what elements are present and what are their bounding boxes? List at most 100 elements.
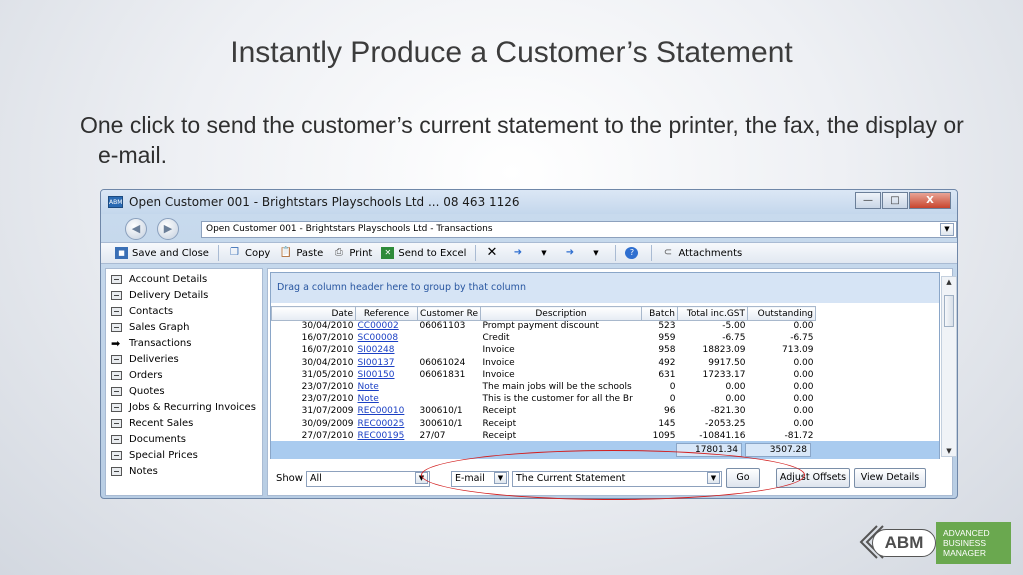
delete-button[interactable]: ✕ xyxy=(485,245,502,260)
sidebar-item-documents[interactable]: Documents xyxy=(111,434,186,445)
print-button[interactable]: ⎙ Print xyxy=(332,247,373,259)
minimize-button[interactable]: — xyxy=(855,192,881,209)
reference-link[interactable]: Note xyxy=(356,394,418,406)
column-header[interactable]: Customer Re xyxy=(417,306,481,321)
send-excel-button[interactable]: ✕ Send to Excel xyxy=(381,247,466,259)
print-label: Print xyxy=(349,247,373,259)
table-cell: -2053.25 xyxy=(705,418,746,429)
forward-icon[interactable]: ▶ xyxy=(157,218,179,240)
table-cell: 0.00 xyxy=(793,418,814,429)
scroll-thumb[interactable] xyxy=(944,295,954,327)
scroll-down-icon[interactable]: ▼ xyxy=(942,447,956,455)
column-header[interactable]: Description xyxy=(480,306,642,321)
attachments-label: Attachments xyxy=(678,247,743,259)
go-button[interactable]: Go xyxy=(726,468,760,488)
logo-line-1: ADVANCED xyxy=(943,528,990,538)
sidebar-item-jobs-recurring-invoices[interactable]: Jobs & Recurring Invoices xyxy=(111,402,256,413)
column-header[interactable]: Date xyxy=(271,306,356,321)
close-button[interactable]: X xyxy=(909,192,951,209)
table-row[interactable]: 23/07/2010 Note The main jobs will be the … xyxy=(272,381,816,393)
chevron-down-icon[interactable]: ▼ xyxy=(415,472,428,484)
copy-button[interactable]: ❐ Copy xyxy=(228,247,270,259)
maximize-button[interactable]: □ xyxy=(882,192,908,209)
sidebar-item-sales-graph[interactable]: Sales Graph xyxy=(111,322,189,333)
table-row[interactable]: 30/04/2010 CC00002 06061103 Prompt payment … xyxy=(272,321,816,333)
address-dropdown[interactable]: Open Customer 001 - Brightstars Playscho… xyxy=(201,221,957,238)
sidebar-item-notes[interactable]: Notes xyxy=(111,466,158,477)
sidebar-item-contacts[interactable]: Contacts xyxy=(111,306,173,317)
customer-window: ABM Open Customer 001 - Brightstars Play… xyxy=(100,189,958,499)
help-button[interactable]: ? xyxy=(625,247,642,259)
send-method-value: E-mail xyxy=(455,473,485,484)
column-header[interactable]: Reference xyxy=(355,306,418,321)
table-row[interactable]: 23/07/2010 Note This is the customer for a… xyxy=(272,394,816,406)
arrow-down-icon: ➜ xyxy=(565,247,575,258)
send-method-dropdown[interactable]: E-mail ▼ xyxy=(451,471,509,487)
panel-icon xyxy=(111,451,122,460)
toolbar-separator xyxy=(217,245,219,261)
reference-link[interactable]: SI00137 xyxy=(356,357,418,369)
view-details-button[interactable]: View Details xyxy=(854,468,926,488)
statement-type-value: The Current Statement xyxy=(516,473,626,484)
scroll-up-icon[interactable]: ▲ xyxy=(942,278,956,286)
table-cell: 9917.50 xyxy=(708,357,746,368)
toolbar-separator xyxy=(651,245,653,261)
sidebar-item-special-prices[interactable]: Special Prices xyxy=(111,450,198,461)
table-cell: Receipt xyxy=(482,418,517,429)
back-icon[interactable]: ◀ xyxy=(125,218,147,240)
table-cell: 0.00 xyxy=(793,394,814,405)
vertical-scrollbar[interactable]: ▲ ▼ xyxy=(941,276,957,457)
chevron-down-icon[interactable]: ▼ xyxy=(940,223,954,236)
panel-icon xyxy=(111,419,122,428)
chevron-down-icon[interactable]: ▼ xyxy=(707,472,720,484)
previous-dropdown[interactable]: ▼ xyxy=(537,247,554,259)
table-cell: Invoice xyxy=(482,345,515,356)
previous-button[interactable]: ➜ xyxy=(511,247,528,259)
sidebar-item-deliveries[interactable]: Deliveries xyxy=(111,354,179,365)
reference-link[interactable]: CC00002 xyxy=(356,321,418,333)
totals-row: 17801.34 3507.28 xyxy=(271,441,939,459)
sidebar-item-recent-sales[interactable]: Recent Sales xyxy=(111,418,193,429)
adjust-offsets-button[interactable]: Adjust Offsets xyxy=(776,468,850,488)
abm-logo: ABM ADVANCED BUSINESS MANAGER xyxy=(855,522,1011,564)
logo-line-3: MANAGER xyxy=(943,548,986,558)
slide-description: One click to send the customer’s current… xyxy=(80,112,964,168)
toolbar-separator xyxy=(615,245,617,261)
reference-link[interactable]: Note xyxy=(356,381,418,393)
next-button[interactable]: ➜ xyxy=(563,247,580,259)
table-row[interactable]: 30/09/2009 REC00025 300610/1 Receipt 145 -205… xyxy=(272,418,816,430)
reference-link[interactable]: SI00150 xyxy=(356,369,418,381)
table-cell: This is the customer for all the Br xyxy=(482,394,633,405)
table-row[interactable]: 31/07/2009 REC00010 300610/1 Receipt 96 -821.… xyxy=(272,406,816,418)
sidebar-item-quotes[interactable]: Quotes xyxy=(111,386,165,397)
sidebar-item-label: Orders xyxy=(129,370,163,381)
reference-link[interactable]: REC00025 xyxy=(356,418,418,430)
delete-x-icon: ✕ xyxy=(486,245,498,260)
group-by-area[interactable]: Drag a column header here to group by th… xyxy=(271,273,939,303)
window-titlebar[interactable]: ABM Open Customer 001 - Brightstars Play… xyxy=(101,190,957,214)
reference-link[interactable]: SC00008 xyxy=(356,333,418,345)
paste-button[interactable]: 📋 Paste xyxy=(279,247,324,259)
column-header[interactable]: Total inc.GST xyxy=(677,306,748,321)
sidebar-item-transactions[interactable]: ➡ Transactions xyxy=(111,338,191,349)
column-header[interactable]: Batch xyxy=(641,306,678,321)
show-filter-dropdown[interactable]: All ▼ xyxy=(306,471,430,487)
table-cell: 300610/1 xyxy=(419,406,463,417)
sidebar-item-account-details[interactable]: Account Details xyxy=(111,274,207,285)
attachments-button[interactable]: ⊂ Attachments xyxy=(661,247,743,259)
chevron-down-icon[interactable]: ▼ xyxy=(494,472,507,484)
table-row[interactable]: 16/07/2010 SI00248 Invoice 958 18823.09 713.0… xyxy=(272,345,816,357)
column-header[interactable]: Outstanding xyxy=(747,306,816,321)
next-dropdown[interactable]: ▼ xyxy=(589,247,606,259)
sidebar-item-delivery-details[interactable]: Delivery Details xyxy=(111,290,208,301)
table-cell: Credit xyxy=(482,333,510,344)
table-row[interactable]: 30/04/2010 SI00137 06061024 Invoice 492 9917.… xyxy=(272,357,816,369)
table-row[interactable]: 16/07/2010 SC00008 Credit 959 -6.75 -6.75 xyxy=(272,333,816,345)
table-row[interactable]: 31/05/2010 SI00150 06061831 Invoice 631 17233… xyxy=(272,369,816,381)
reference-link[interactable]: REC00010 xyxy=(356,406,418,418)
statement-type-dropdown[interactable]: The Current Statement ▼ xyxy=(512,471,722,487)
save-close-button[interactable]: ■ Save and Close xyxy=(115,247,209,259)
table-cell: 0.00 xyxy=(793,369,814,380)
reference-link[interactable]: SI00248 xyxy=(356,345,418,357)
sidebar-item-orders[interactable]: Orders xyxy=(111,370,163,381)
